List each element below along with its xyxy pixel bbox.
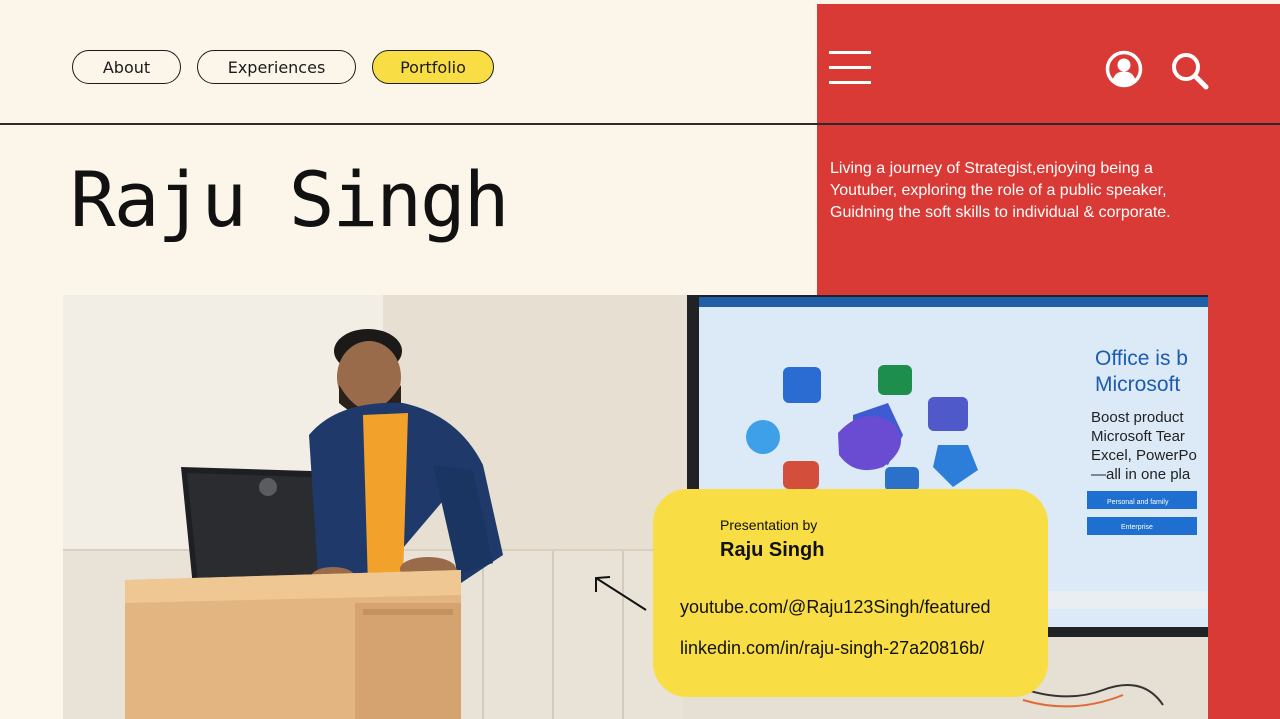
tv-body-line2: Microsoft Tear [1091, 428, 1185, 445]
user-circle-icon[interactable] [1105, 50, 1143, 88]
linkedin-link[interactable]: linkedin.com/in/raju-singh-27a20816b/ [680, 638, 984, 659]
tv-body-line1: Boost product [1091, 409, 1184, 426]
tv-body-line4: —all in one pla [1091, 466, 1191, 483]
tv-button2: Enterprise [1121, 524, 1153, 531]
tv-button1: Personal and family [1107, 499, 1169, 506]
nav-portfolio-button[interactable]: Portfolio [372, 50, 494, 84]
header-divider [0, 123, 1280, 125]
tv-body-line3: Excel, PowerPo [1091, 447, 1197, 464]
nav-experiences-button[interactable]: Experiences [197, 50, 356, 84]
presenter-card [653, 489, 1048, 697]
magnifier-icon[interactable] [1169, 50, 1209, 90]
youtube-link[interactable]: youtube.com/@Raju123Singh/featured [680, 597, 990, 618]
tagline-text: Living a journey of Strategist,enjoying … [830, 160, 1171, 221]
card-label: Presentation by [720, 517, 818, 533]
card-presenter-name: Raju Singh [720, 539, 825, 561]
pointer-arrow-icon [595, 576, 647, 611]
page-title: Raju Singh [70, 155, 510, 244]
tv-heading-line1: Office is b [1095, 347, 1188, 370]
nav-about-button[interactable]: About [72, 50, 181, 84]
tv-heading-line2: Microsoft [1095, 373, 1180, 396]
hamburger-menu-icon[interactable] [829, 51, 871, 85]
